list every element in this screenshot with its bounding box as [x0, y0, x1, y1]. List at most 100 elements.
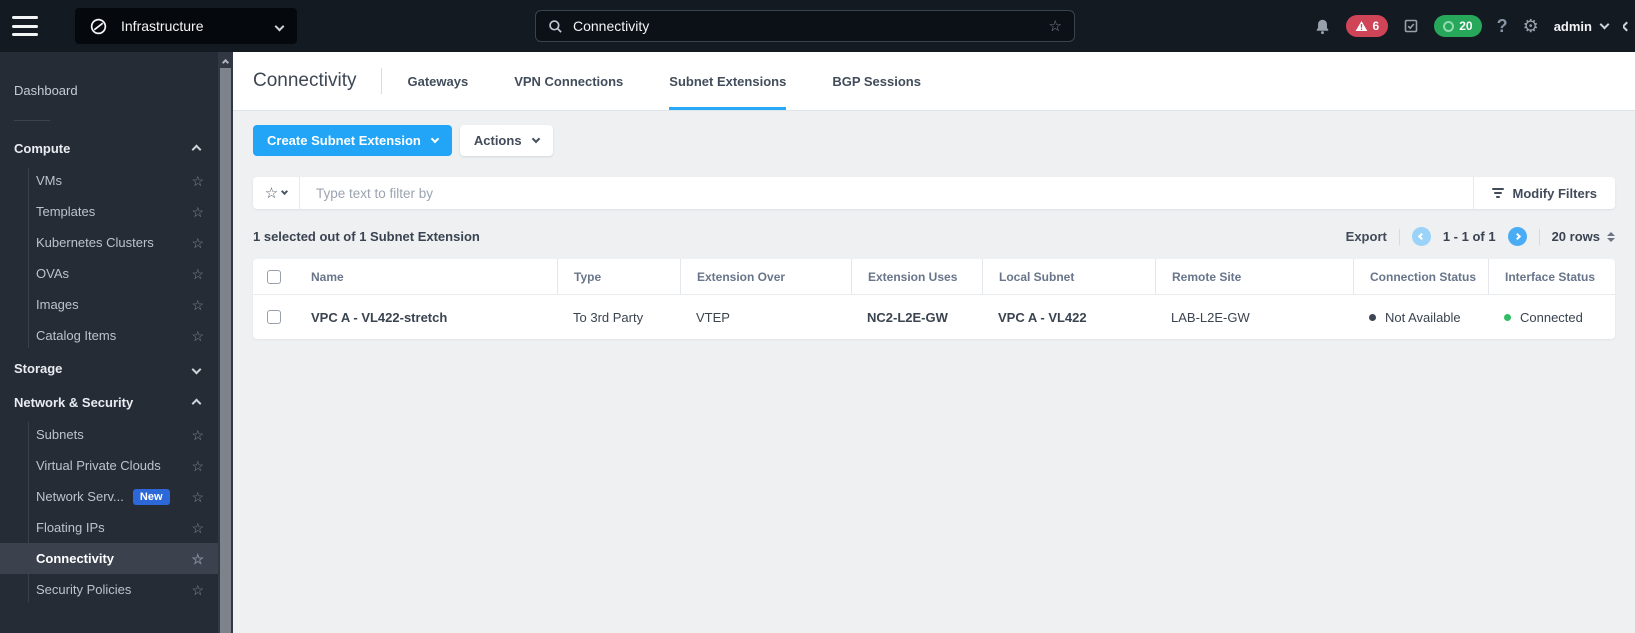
column-header-extension-uses[interactable]: Extension Uses [851, 259, 982, 294]
cell-remote-site: LAB-L2E-GW [1171, 309, 1250, 325]
cell-local-subnet: VPC A - VL422 [998, 309, 1087, 325]
chevron-up-icon [191, 395, 202, 410]
gear-icon[interactable]: ⚙ [1523, 17, 1539, 35]
alerts-badge[interactable]: 6 [1345, 15, 1389, 37]
tab-gateways[interactable]: Gateways [408, 52, 469, 110]
table-row[interactable]: VPC A - VL422-stretch To 3rd Party VTEP … [253, 295, 1615, 339]
header-divider [380, 68, 382, 94]
top-bar: Infrastructure ☆ 6 20 [0, 0, 1635, 52]
sidebar-item-catalog-items[interactable]: Catalog Items ☆ [0, 320, 218, 351]
connection-status-label: Not Available [1385, 309, 1461, 325]
favorite-star-icon[interactable]: ☆ [191, 428, 204, 442]
sidebar-group-network-security[interactable]: Network & Security [0, 385, 218, 419]
scrollbar-thumb[interactable] [220, 68, 231, 633]
tasks-badge[interactable]: 20 [1434, 15, 1482, 37]
favorite-star-icon[interactable]: ☆ [191, 236, 204, 250]
column-header-extension-over[interactable]: Extension Over [680, 259, 851, 294]
favorite-star-icon[interactable]: ☆ [191, 521, 204, 535]
modify-filters-button[interactable]: Modify Filters [1473, 177, 1615, 209]
help-icon[interactable]: ? [1497, 16, 1508, 37]
sidebar-item-templates[interactable]: Templates ☆ [0, 196, 218, 227]
favorite-star-icon[interactable]: ☆ [191, 298, 204, 312]
modify-filters-label: Modify Filters [1512, 185, 1597, 201]
sidebar-group-compute-label: Compute [14, 140, 71, 156]
export-link[interactable]: Export [1346, 229, 1387, 244]
divider [1538, 228, 1540, 245]
saved-filters-dropdown[interactable]: ☆ [253, 177, 300, 209]
tab-vpn-connections[interactable]: VPN Connections [514, 52, 623, 110]
favorite-star-icon[interactable]: ☆ [191, 205, 204, 219]
column-header-remote-site[interactable]: Remote Site [1155, 259, 1353, 294]
sidebar-item-dashboard[interactable]: Dashboard [0, 72, 218, 108]
sidebar-item-ovas[interactable]: OVAs ☆ [0, 258, 218, 289]
status-dot-icon [1504, 313, 1511, 321]
cell-name[interactable]: VPC A - VL422-stretch [295, 295, 557, 339]
tab-bgp-sessions[interactable]: BGP Sessions [832, 52, 921, 110]
scroll-up-icon[interactable] [218, 52, 233, 68]
column-header-name[interactable]: Name [295, 259, 557, 294]
sidebar-group-compute[interactable]: Compute [0, 131, 218, 165]
sidebar-group-storage-label: Storage [14, 360, 63, 376]
sidebar-item-label: Catalog Items [36, 328, 117, 343]
sidebar-item-label: OVAs [36, 266, 69, 281]
bell-icon[interactable] [1314, 18, 1331, 35]
favorite-star-icon[interactable]: ☆ [191, 490, 204, 504]
app-switcher[interactable]: Infrastructure [75, 8, 297, 44]
favorite-star-icon[interactable]: ☆ [191, 267, 204, 281]
chevron-down-icon [531, 134, 540, 144]
global-search[interactable]: ☆ [535, 10, 1075, 42]
previous-page-button[interactable] [1411, 227, 1431, 246]
row-checkbox[interactable] [267, 310, 281, 324]
sidebar-item-subnets[interactable]: Subnets ☆ [0, 419, 218, 450]
sidebar-item-connectivity[interactable]: Connectivity ☆ [0, 543, 218, 574]
sidebar-item-kubernetes-clusters[interactable]: Kubernetes Clusters ☆ [0, 227, 218, 258]
sidebar-item-network-services[interactable]: Network Serv... New ☆ [0, 481, 218, 512]
favorite-star-icon[interactable]: ☆ [191, 583, 204, 597]
favorite-star-icon[interactable]: ☆ [191, 174, 204, 188]
filter-text-input[interactable] [300, 177, 1474, 209]
page-title: Connectivity [253, 70, 357, 91]
sidebar-item-label: Virtual Private Clouds [36, 458, 161, 473]
sidebar-group-network-label: Network & Security [14, 394, 134, 410]
tab-subnet-extensions[interactable]: Subnet Extensions [669, 52, 787, 110]
interface-status: Connected [1504, 310, 1583, 325]
sidebar-item-label: Floating IPs [36, 520, 105, 535]
rows-per-page-select[interactable]: 20 rows [1552, 229, 1615, 244]
favorite-star-icon[interactable]: ☆ [191, 552, 204, 566]
tasks-icon[interactable] [1403, 18, 1419, 34]
user-menu[interactable]: admin [1553, 18, 1610, 34]
chevron-down-icon [191, 361, 202, 376]
hamburger-menu-icon[interactable] [12, 16, 38, 36]
username: admin [1553, 18, 1592, 34]
app-switcher-label: Infrastructure [121, 18, 204, 34]
sidebar-item-virtual-private-clouds[interactable]: Virtual Private Clouds ☆ [0, 450, 218, 481]
column-header-interface-status[interactable]: Interface Status [1488, 259, 1615, 294]
column-header-local-subnet[interactable]: Local Subnet [982, 259, 1155, 294]
chevron-down-icon [281, 187, 289, 196]
sidebar-item-label: Security Policies [36, 582, 132, 597]
chevron-up-icon [191, 141, 202, 156]
next-page-button[interactable] [1507, 227, 1527, 246]
task-progress-icon [1443, 20, 1455, 32]
column-header-type[interactable]: Type [557, 259, 680, 294]
select-all-checkbox[interactable] [267, 269, 281, 284]
global-search-input[interactable] [573, 18, 1049, 34]
column-header-connection-status[interactable]: Connection Status [1353, 259, 1488, 294]
cell-extension-over: VTEP [696, 309, 730, 325]
sidebar-divider [14, 120, 50, 121]
create-subnet-extension-button[interactable]: Create Subnet Extension [253, 125, 452, 156]
sidebar-item-images[interactable]: Images ☆ [0, 289, 218, 320]
sidebar-item-label: Kubernetes Clusters [36, 235, 154, 250]
sidebar-item-floating-ips[interactable]: Floating IPs ☆ [0, 512, 218, 543]
filter-bar: ☆ Modify Filters [253, 177, 1615, 209]
sidebar-group-storage[interactable]: Storage [0, 351, 218, 385]
favorite-star-icon[interactable]: ☆ [191, 329, 204, 343]
sidebar: Dashboard Compute VMs ☆ Templates ☆ Kube… [0, 52, 233, 633]
sidebar-scrollbar[interactable] [218, 52, 233, 633]
tab-bar: Gateways VPN Connections Subnet Extensio… [408, 52, 921, 110]
sidebar-item-vms[interactable]: VMs ☆ [0, 165, 218, 196]
favorite-star-icon[interactable]: ☆ [191, 459, 204, 473]
sidebar-item-security-policies[interactable]: Security Policies ☆ [0, 574, 218, 605]
actions-button[interactable]: Actions [459, 125, 553, 156]
favorite-search-icon[interactable]: ☆ [1049, 19, 1062, 34]
